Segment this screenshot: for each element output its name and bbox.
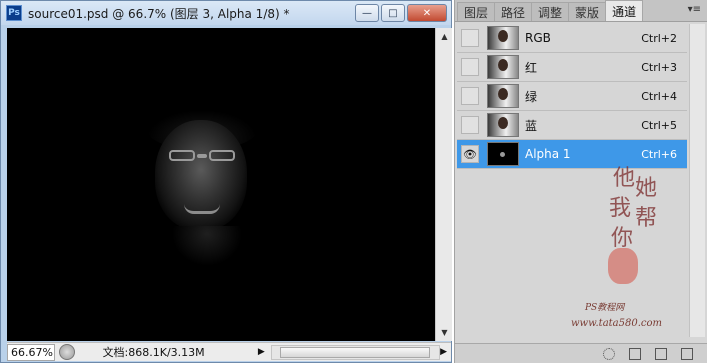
watermark-char: 她 bbox=[635, 176, 658, 201]
eye-icon[interactable]: 👁 bbox=[461, 145, 479, 163]
watermark-site-name: PS教程网 bbox=[585, 303, 625, 313]
status-globe-icon[interactable] bbox=[58, 344, 75, 360]
canvas-neck bbox=[172, 226, 242, 266]
load-selection-icon[interactable] bbox=[603, 347, 615, 360]
tab-layers[interactable]: 图层 bbox=[457, 2, 496, 21]
document-title: source01.psd @ 66.7% (图层 3, Alpha 1/8) * bbox=[28, 6, 290, 21]
panel-tabbar: 图层 路径 调整 蒙版 通道 ▾≡ bbox=[455, 0, 707, 22]
delete-channel-icon[interactable] bbox=[681, 347, 693, 360]
status-menu-arrow-icon[interactable]: ▶ bbox=[255, 345, 267, 359]
document-window: Ps source01.psd @ 66.7% (图层 3, Alpha 1/8… bbox=[0, 0, 452, 363]
image-canvas[interactable] bbox=[7, 28, 435, 341]
visibility-toggle[interactable] bbox=[461, 116, 479, 134]
document-info: 文档:868.1K/3.13M bbox=[102, 346, 205, 359]
channel-list: RGB Ctrl+2 红 Ctrl+3 绿 Ctrl+4 蓝 Ctrl+5 👁 … bbox=[457, 24, 687, 169]
document-titlebar[interactable]: Ps source01.psd @ 66.7% (图层 3, Alpha 1/8… bbox=[1, 1, 451, 25]
channel-name: 红 bbox=[525, 60, 538, 75]
canvas-mouth bbox=[184, 204, 220, 214]
channels-panel: 图层 路径 调整 蒙版 通道 ▾≡ RGB Ctrl+2 红 Ctrl+3 绿 … bbox=[454, 0, 707, 363]
panel-menu-icon[interactable]: ▾≡ bbox=[688, 4, 701, 15]
visibility-toggle[interactable] bbox=[461, 29, 479, 47]
horizontal-scrollbar[interactable] bbox=[271, 344, 441, 360]
horizontal-scroll-thumb[interactable] bbox=[280, 346, 431, 358]
scroll-down-icon[interactable]: ▼ bbox=[436, 324, 453, 341]
watermark-url: www.tata580.com bbox=[571, 318, 663, 329]
watermark-char: 我 bbox=[609, 196, 632, 221]
watermark-char: 帮 bbox=[635, 206, 658, 231]
channel-row-blue[interactable]: 蓝 Ctrl+5 bbox=[457, 111, 687, 140]
status-bar: 66.67% 文档:868.1K/3.13M ▶ ▶ bbox=[7, 342, 451, 361]
zoom-input[interactable]: 66.67% bbox=[7, 343, 55, 361]
channel-shortcut: Ctrl+2 bbox=[641, 31, 677, 45]
save-selection-icon[interactable] bbox=[629, 347, 641, 360]
panel-scrollbar[interactable] bbox=[689, 24, 705, 337]
channel-shortcut: Ctrl+3 bbox=[641, 60, 677, 74]
channel-row-green[interactable]: 绿 Ctrl+4 bbox=[457, 82, 687, 111]
channel-thumbnail bbox=[487, 113, 519, 137]
channel-thumbnail bbox=[487, 26, 519, 50]
tab-channels[interactable]: 通道 bbox=[605, 0, 644, 21]
channel-name: RGB bbox=[525, 31, 551, 45]
canvas-glasses bbox=[167, 150, 237, 162]
channel-thumbnail bbox=[487, 142, 519, 166]
new-channel-icon[interactable] bbox=[655, 347, 667, 360]
channel-name: Alpha 1 bbox=[525, 147, 571, 161]
visibility-toggle[interactable] bbox=[461, 87, 479, 105]
window-controls: — □ ✕ bbox=[355, 4, 447, 22]
watermark-char: 他 bbox=[613, 166, 636, 191]
channel-thumbnail bbox=[487, 84, 519, 108]
watermark-seal bbox=[608, 248, 638, 284]
tab-masks[interactable]: 蒙版 bbox=[568, 2, 607, 21]
maximize-button[interactable]: □ bbox=[381, 4, 405, 22]
visibility-toggle[interactable] bbox=[461, 58, 479, 76]
photoshop-app-icon[interactable]: Ps bbox=[6, 5, 22, 21]
scroll-up-icon[interactable]: ▲ bbox=[436, 28, 453, 45]
vertical-scrollbar[interactable]: ▲ ▼ bbox=[435, 28, 452, 341]
watermark-logo: 他 她 我 帮 你 PS教程网 www.tata580.com bbox=[571, 160, 685, 340]
channel-shortcut: Ctrl+6 bbox=[641, 147, 677, 161]
tab-paths[interactable]: 路径 bbox=[494, 2, 533, 21]
channel-shortcut: Ctrl+5 bbox=[641, 118, 677, 132]
channel-shortcut: Ctrl+4 bbox=[641, 89, 677, 103]
tab-adjustments[interactable]: 调整 bbox=[531, 2, 570, 21]
channel-name: 蓝 bbox=[525, 118, 538, 133]
close-button[interactable]: ✕ bbox=[407, 4, 447, 22]
scroll-right-icon[interactable]: ▶ bbox=[440, 347, 447, 357]
channel-row-red[interactable]: 红 Ctrl+3 bbox=[457, 53, 687, 82]
channel-row-rgb[interactable]: RGB Ctrl+2 bbox=[457, 24, 687, 53]
channel-name: 绿 bbox=[525, 89, 538, 104]
panel-footer bbox=[455, 343, 707, 363]
channel-thumbnail bbox=[487, 55, 519, 79]
minimize-button[interactable]: — bbox=[355, 4, 379, 22]
